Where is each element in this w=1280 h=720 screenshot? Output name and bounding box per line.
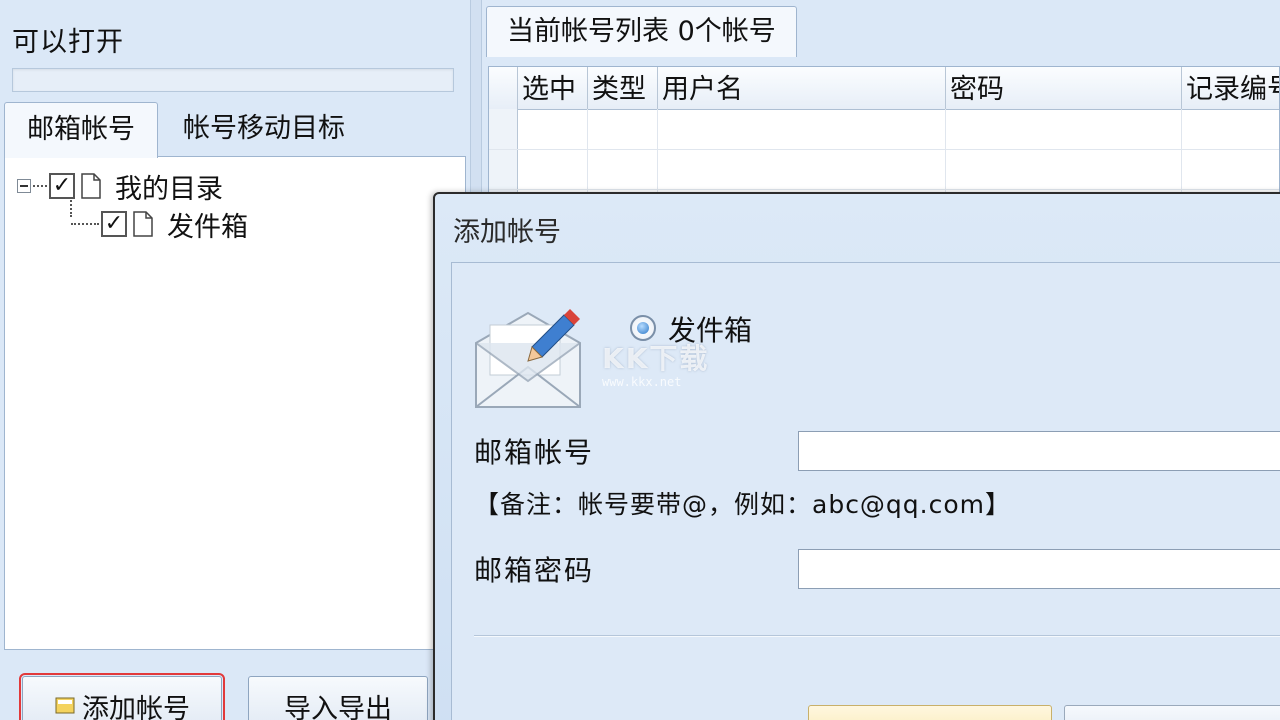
left-tab-strip: 邮箱帐号 帐号移动目标 [0,102,470,158]
watermark-url: www.kkx.net [602,375,682,389]
left-panel: 可以打开 邮箱帐号 帐号移动目标 ✓ 我的目录 ✓ 发件箱 添加帐号 导入导出 [0,0,470,720]
collapse-icon[interactable] [17,179,31,193]
import-export-button[interactable]: 导入导出 [248,676,428,720]
tree-checkbox[interactable]: ✓ [49,173,75,199]
tree-item-label: 发件箱 [167,211,248,243]
folder-tree: ✓ 我的目录 ✓ 发件箱 [4,156,466,650]
add-account-label: 添加帐号 [82,693,190,720]
add-account-dialog: 添加帐号 发件箱 KK下载 www.kkx.net 邮箱帐号 【备注：帐号要带@… [433,192,1280,720]
dialog-title: 添加帐号 [453,217,561,248]
add-account-button[interactable]: 添加帐号 [19,673,225,720]
email-account-input[interactable] [798,431,1280,471]
tab-account-move-target[interactable]: 帐号移动目标 [164,102,364,156]
document-icon [133,211,153,237]
column-header-password[interactable]: 密码 [945,67,1181,109]
tree-item-label: 我的目录 [115,173,223,205]
tree-item-my-directory[interactable]: ✓ 我的目录 [17,169,223,205]
table-row[interactable] [489,109,1279,150]
email-password-input[interactable] [798,549,1280,589]
tab-account-list[interactable]: 当前帐号列表 0个帐号 [486,6,797,57]
tree-checkbox[interactable]: ✓ [101,211,127,237]
dialog-separator [474,635,1280,637]
email-account-label: 邮箱帐号 [474,436,595,469]
tree-item-outbox[interactable]: ✓ 发件箱 [71,207,248,243]
column-header-record-id[interactable]: 记录编号 [1181,67,1279,109]
column-header-selected[interactable]: 选中 [517,67,587,109]
tree-connector [71,223,99,225]
dialog-body: 发件箱 KK下载 www.kkx.net 邮箱帐号 【备注：帐号要带@，例如：a… [451,262,1280,720]
column-header-type[interactable]: 类型 [587,67,657,109]
email-format-note: 【备注：帐号要带@，例如：abc@qq.com】 [474,490,1012,519]
add-account-icon [55,697,75,714]
tab-mail-accounts[interactable]: 邮箱帐号 [4,102,158,158]
grid-header: 选中 类型 用户名 密码 记录编号 [489,67,1279,110]
column-header-username[interactable]: 用户名 [657,67,945,109]
open-status-label: 可以打开 [12,27,124,58]
table-row[interactable] [489,149,1279,190]
mail-edit-icon [475,309,581,408]
tree-connector [33,185,47,187]
confirm-button[interactable] [808,705,1052,720]
bottom-toolbar: 添加帐号 导入导出 [0,652,470,720]
document-icon [81,173,101,199]
watermark-text: KK下载 [602,342,710,375]
app-window: 可以打开 邮箱帐号 帐号移动目标 ✓ 我的目录 ✓ 发件箱 添加帐号 导入导出 … [0,0,1280,720]
import-export-label: 导入导出 [284,693,392,720]
progress-bar [12,68,454,92]
cancel-button[interactable] [1064,705,1280,720]
email-password-label: 邮箱密码 [474,554,595,587]
